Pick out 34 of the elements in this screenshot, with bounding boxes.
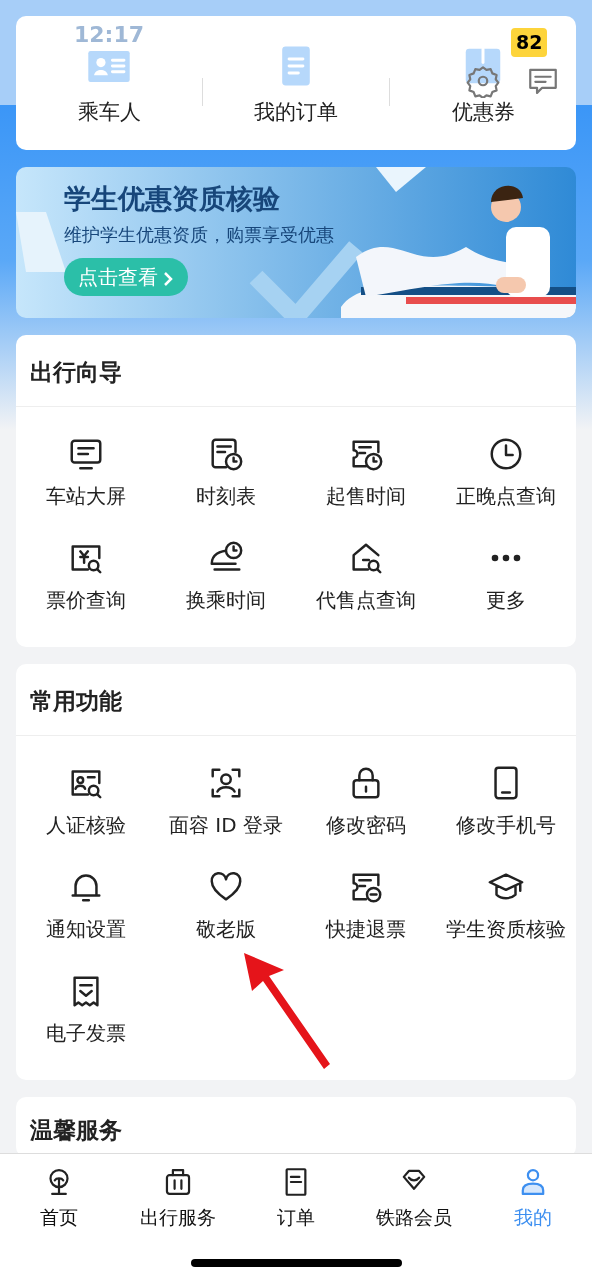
menu-item-label[interactable]: 时刻表 xyxy=(196,481,256,511)
tab-item[interactable]: 首页 xyxy=(0,1164,119,1280)
tab-item[interactable]: 订单 xyxy=(236,1164,356,1280)
banner-title: 学生优惠资质核验 xyxy=(64,183,281,216)
menu-item-label[interactable]: 起售时间 xyxy=(326,481,406,511)
section-title: 温馨服务 xyxy=(29,1116,123,1145)
menu-item-label[interactable]: 电子发票 xyxy=(46,1018,126,1048)
chevron-icon xyxy=(162,269,174,288)
tab-item[interactable]: 出行服务 xyxy=(118,1164,237,1280)
tab-item[interactable]: 铁路会员 xyxy=(355,1164,474,1280)
menu-item-label[interactable]: 更多 xyxy=(486,585,526,615)
status-time: 12:17 xyxy=(74,24,145,46)
menu-item-label[interactable]: 代售点查询 xyxy=(316,585,416,615)
section-title: 常用功能 xyxy=(16,664,576,736)
menu-item-label[interactable]: 正晚点查询 xyxy=(456,481,556,511)
menu-item-label[interactable]: 换乘时间 xyxy=(186,585,266,615)
menu-item-label[interactable]: 快捷退票 xyxy=(326,914,406,944)
shortcut-label[interactable]: 乘车人 xyxy=(77,96,141,128)
section-title: 出行向导 xyxy=(16,335,576,407)
menu-item-label[interactable]: 人证核验 xyxy=(46,810,126,840)
menu-item-label[interactable]: 票价查询 xyxy=(46,585,126,615)
shortcut-label[interactable]: 我的订单 xyxy=(254,96,338,128)
banner-subtitle: 维护学生优惠资质，购票享受优惠 xyxy=(64,223,335,248)
settings-icon[interactable] xyxy=(466,64,500,98)
menu-item-label[interactable]: 敬老版 xyxy=(196,914,256,944)
count-badge: 82 xyxy=(511,28,548,57)
more-icon xyxy=(490,554,522,562)
menu-item-label[interactable]: 修改手机号 xyxy=(456,810,556,840)
menu-item-label[interactable]: 面容 ID 登录 xyxy=(169,810,283,840)
menu-item-label[interactable]: 修改密码 xyxy=(326,810,406,840)
menu-item-label[interactable]: 通知设置 xyxy=(46,914,126,944)
menu-item-label[interactable]: 学生资质核验 xyxy=(446,914,566,944)
shortcut-label[interactable]: 优惠券 xyxy=(451,96,515,128)
menu-item-label[interactable]: 车站大屏 xyxy=(46,481,126,511)
